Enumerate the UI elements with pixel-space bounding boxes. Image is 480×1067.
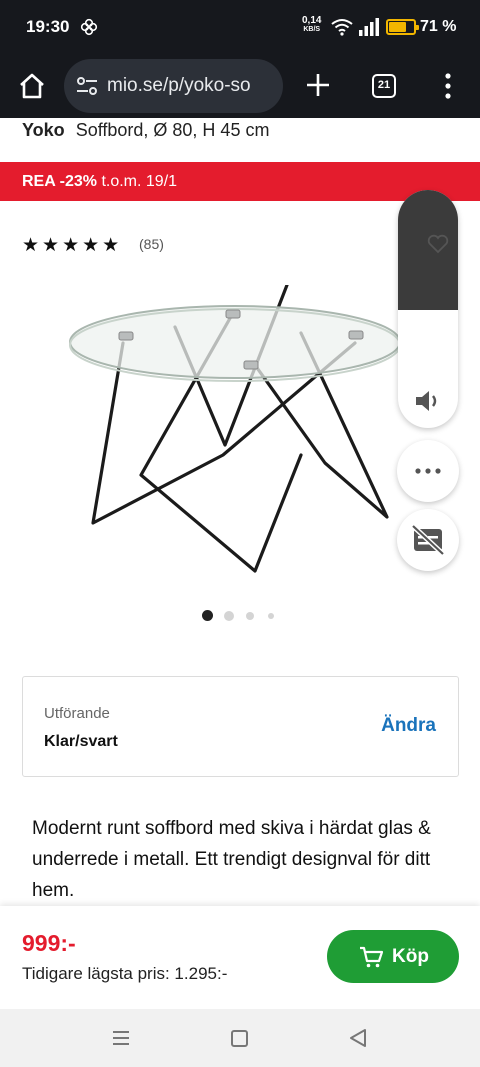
more-options-button[interactable] <box>397 440 459 502</box>
tab-count: 21 <box>377 79 391 91</box>
pinwheel-icon <box>80 18 98 36</box>
variant-value: Klar/svart <box>44 733 118 750</box>
captions-off-icon <box>411 524 445 556</box>
new-tab-plus-icon[interactable] <box>305 72 331 98</box>
image-dot[interactable] <box>246 612 254 620</box>
network-speed-value: 0,14 <box>302 15 322 26</box>
heart-icon[interactable] <box>427 234 449 254</box>
network-speed: 0,14 KB/S <box>302 16 321 34</box>
product-image[interactable] <box>55 285 415 585</box>
buy-button-label[interactable]: Köp <box>392 946 429 968</box>
product-description: Modernt runt soffbord med skiva i härdat… <box>32 818 431 901</box>
browser-toolbar: mio.se/p/yoko-so 21 <box>0 56 480 118</box>
caption-off-button[interactable] <box>397 509 459 571</box>
product-subtitle: Soffbord, Ø 80, H 45 cm <box>75 120 270 140</box>
system-nav-bar <box>0 1009 480 1067</box>
glass-bracket <box>348 330 364 340</box>
product-brand: Yoko <box>22 120 65 140</box>
sale-period: t.o.m. 19/1 <box>101 173 178 190</box>
battery-percent: 71 % <box>420 18 457 35</box>
nav-home-icon[interactable] <box>231 1030 248 1047</box>
image-dot[interactable] <box>268 613 274 619</box>
volume-panel[interactable] <box>398 190 458 428</box>
recent-apps-icon[interactable] <box>111 1029 131 1047</box>
variant-selector[interactable]: Utförande Klar/svart Ändra <box>22 676 459 777</box>
previous-lowest-price: Tidigare lägsta pris: 1.295:- <box>22 964 228 983</box>
menu-dots-icon[interactable] <box>436 72 460 100</box>
image-dot[interactable] <box>202 610 213 621</box>
variant-label: Utförande <box>44 705 110 722</box>
product-title: Yoko Soffbord, Ø 80, H 45 cm <box>22 120 269 141</box>
buy-button[interactable]: Köp <box>327 930 459 983</box>
wifi-icon <box>331 19 353 36</box>
url-text[interactable]: mio.se/p/yoko-so <box>107 75 251 97</box>
battery-fill <box>389 22 407 32</box>
tab-switcher-icon[interactable]: 21 <box>372 74 396 98</box>
change-variant-link[interactable]: Ändra <box>381 715 436 737</box>
home-icon[interactable] <box>18 72 46 100</box>
speaker-icon[interactable] <box>414 388 442 414</box>
glass-bracket <box>118 331 134 341</box>
address-bar[interactable]: mio.se/p/yoko-so <box>64 59 283 113</box>
buy-bar: 999:- Tidigare lägsta pris: 1.295:- Köp <box>0 906 480 1009</box>
battery-icon <box>386 19 419 35</box>
more-dots-icon <box>415 468 441 474</box>
review-count[interactable]: (85) <box>139 236 164 252</box>
current-price: 999:- <box>22 930 76 956</box>
sale-label: REA -23% <box>22 173 97 190</box>
glass-bracket <box>243 360 259 370</box>
image-dot[interactable] <box>224 611 234 621</box>
status-time: 19:30 <box>26 17 70 36</box>
site-settings-icon[interactable] <box>76 76 98 96</box>
cart-icon <box>360 946 383 968</box>
back-icon[interactable] <box>349 1028 367 1048</box>
image-pagination[interactable] <box>200 609 280 623</box>
network-speed-unit: KB/S <box>303 26 321 33</box>
signal-icon <box>359 18 379 36</box>
rating-stars: ★★★★★ <box>22 235 123 256</box>
glass-bracket <box>225 309 241 319</box>
status-bar: 19:30 0,14 KB/S 71 % <box>0 0 480 56</box>
